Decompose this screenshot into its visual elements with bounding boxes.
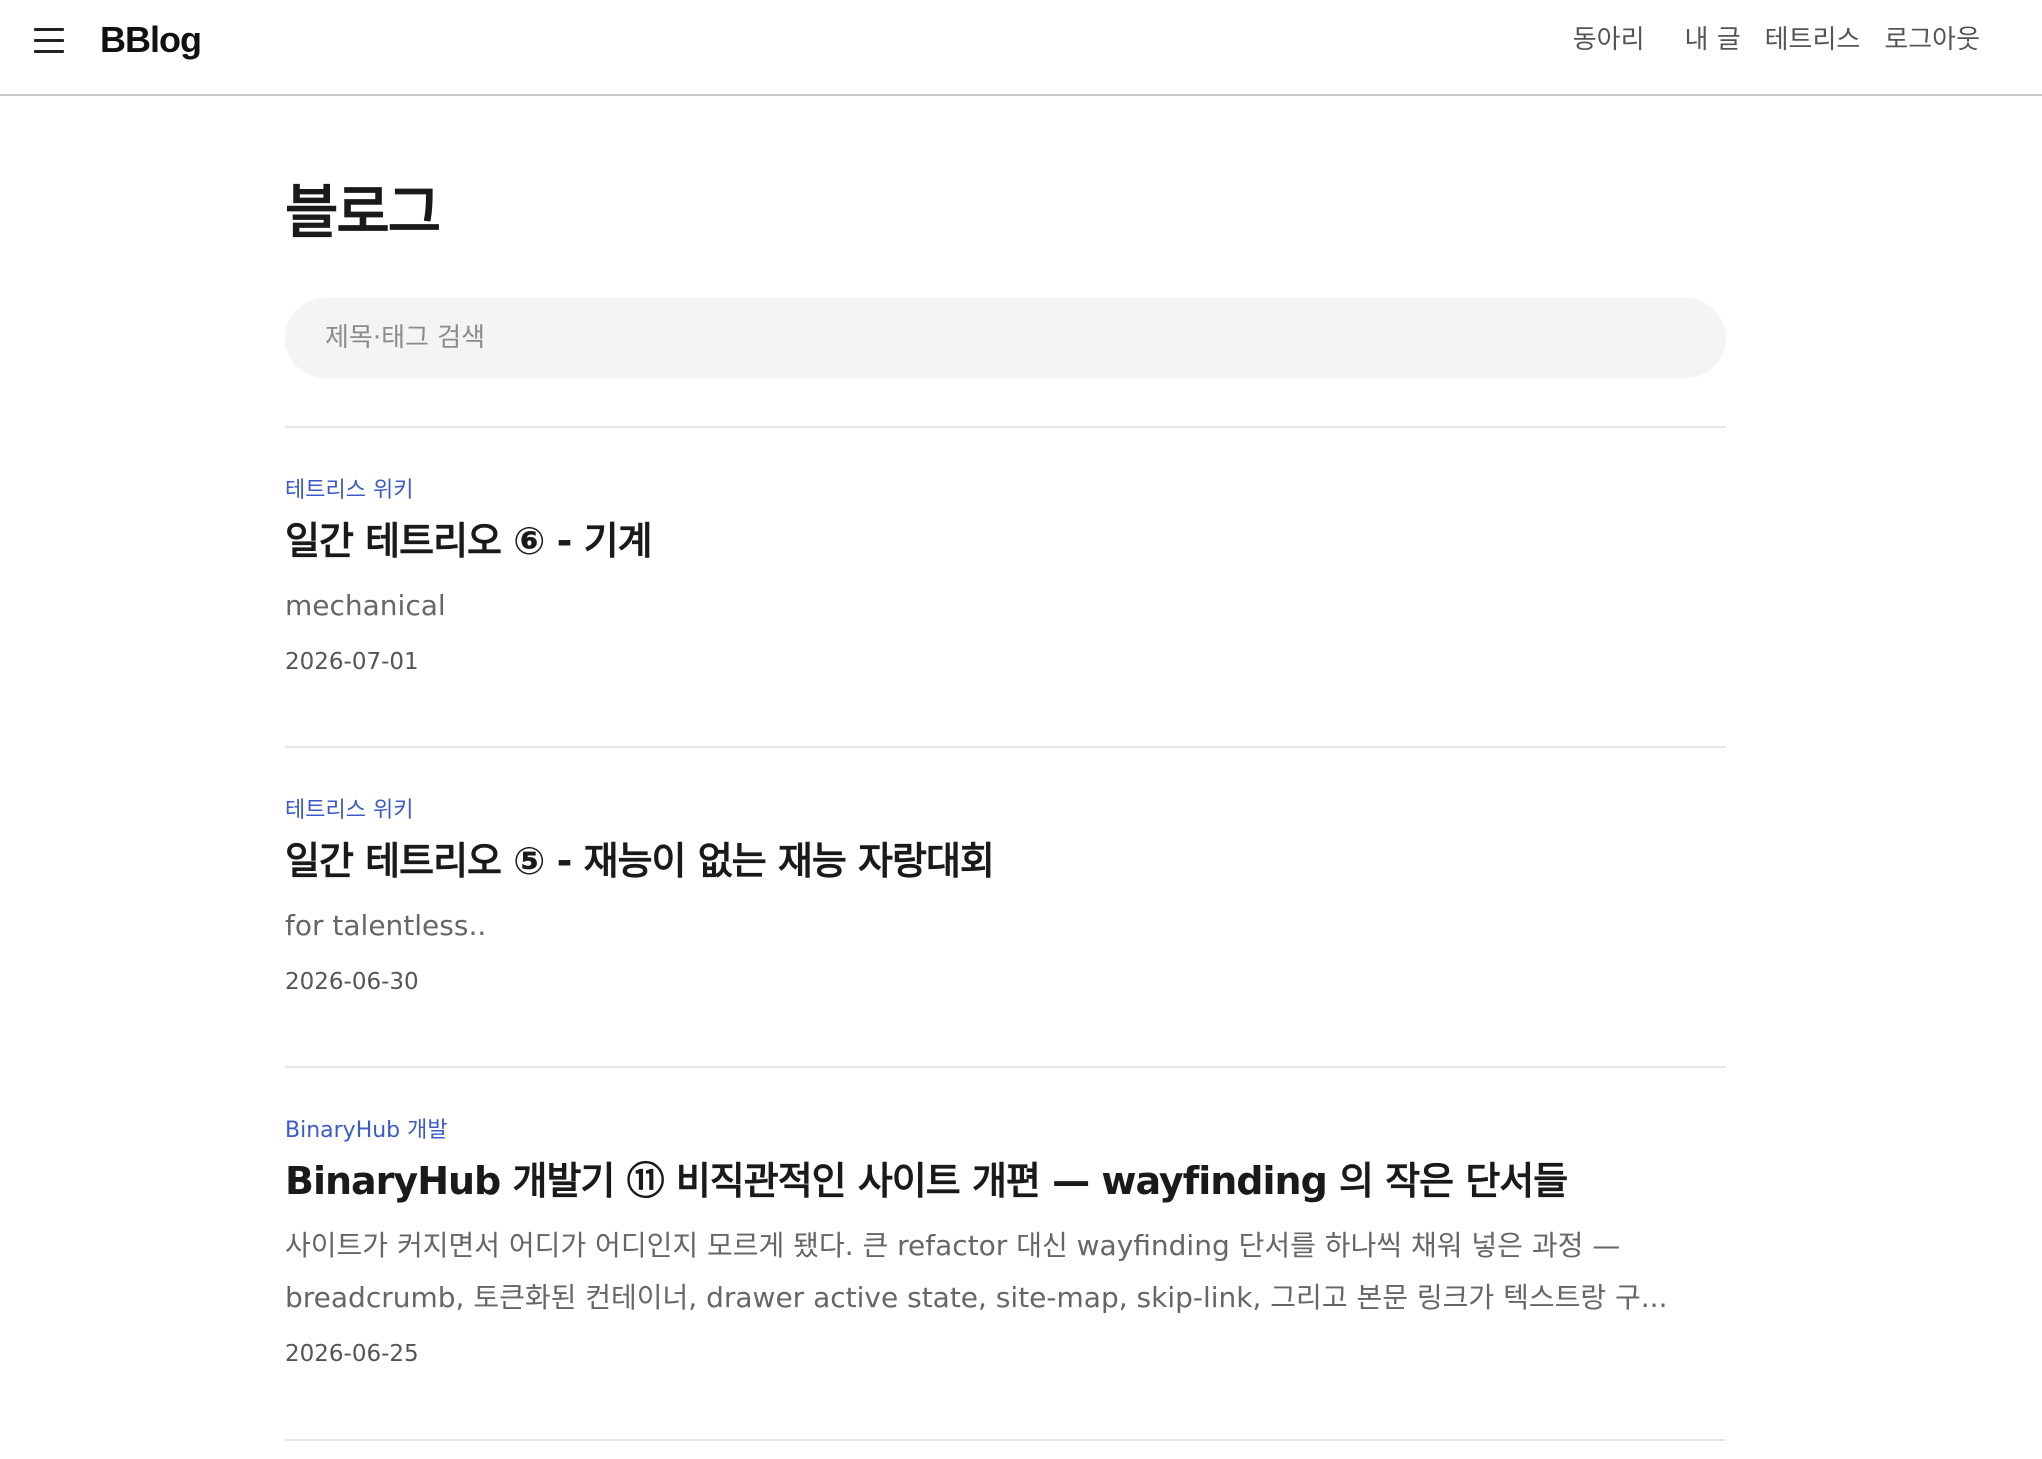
- nav-link-my-posts[interactable]: 내 글: [1685, 22, 1741, 58]
- post-list-item: 테트리스 위키 일간 테트리오 ⑥ - 기계 mechanical 2026-0…: [285, 428, 1726, 748]
- post-date: 2026-06-30: [285, 969, 419, 995]
- post-category-link[interactable]: 테트리스 위키: [285, 476, 1726, 506]
- post-excerpt: 사이트가 커지면서 어디가 어디인지 모르게 됐다. 큰 refactor 대신…: [285, 1229, 1668, 1314]
- nav-link-club[interactable]: 동아리: [1573, 22, 1645, 58]
- post-list-item: BinaryHub 개발 BinaryHub 개발기 ⑪ 비직관적인 사이트 개…: [285, 1068, 1726, 1441]
- post-title-link[interactable]: 일간 테트리오 ⑤ - 재능이 없는 재능 자랑대회: [285, 834, 1726, 888]
- page-title: 블로그: [285, 178, 441, 246]
- post-category-link[interactable]: 테트리스 위키: [285, 796, 1726, 826]
- brand-logo-link[interactable]: BBlog: [100, 18, 202, 62]
- post-list: 테트리스 위키 일간 테트리오 ⑥ - 기계 mechanical 2026-0…: [285, 426, 1726, 1441]
- post-excerpt: mechanical: [285, 589, 446, 622]
- post-list-item: 테트리스 위키 일간 테트리오 ⑤ - 재능이 없는 재능 자랑대회 for t…: [285, 748, 1726, 1068]
- search-input[interactable]: [285, 298, 1726, 378]
- nav-link-logout[interactable]: 로그아웃: [1884, 22, 1980, 58]
- post-title-link[interactable]: 일간 테트리오 ⑥ - 기계: [285, 514, 1726, 568]
- post-category-link[interactable]: BinaryHub 개발: [285, 1116, 1726, 1146]
- menu-icon-line: [34, 39, 64, 42]
- post-title-link[interactable]: BinaryHub 개발기 ⑪ 비직관적인 사이트 개편 — wayfindin…: [285, 1154, 1726, 1208]
- nav-link-tetris[interactable]: 테트리스: [1765, 22, 1861, 58]
- menu-icon-line: [34, 28, 64, 31]
- post-date: 2026-06-25: [285, 1341, 419, 1367]
- top-nav: 동아리 내 글 테트리스 로그아웃: [1573, 22, 1980, 58]
- post-date: 2026-07-01: [285, 649, 419, 675]
- top-navigation-bar: BBlog 동아리 내 글 테트리스 로그아웃: [0, 0, 2042, 96]
- menu-icon-line: [34, 50, 64, 53]
- post-excerpt: for talentless..: [285, 909, 487, 942]
- hamburger-menu-icon[interactable]: [30, 24, 70, 64]
